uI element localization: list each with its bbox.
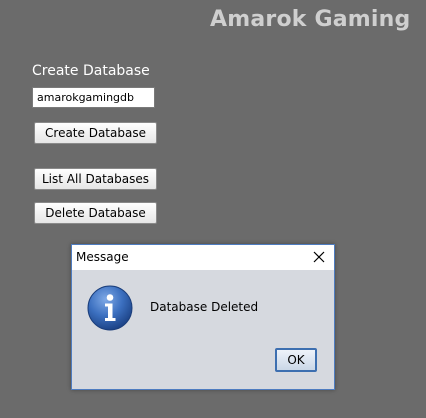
ok-button[interactable]: OK — [275, 348, 317, 372]
dialog-title: Message — [76, 250, 129, 264]
create-database-button[interactable]: Create Database — [34, 122, 157, 144]
create-database-label: Create Database — [32, 63, 150, 79]
message-dialog: Message Database Deleted OK — [71, 244, 335, 390]
dialog-titlebar[interactable]: Message — [72, 245, 334, 270]
close-icon[interactable] — [310, 248, 328, 266]
info-icon — [87, 285, 133, 331]
list-databases-button[interactable]: List All Databases — [34, 168, 157, 190]
database-name-input[interactable] — [32, 87, 155, 108]
app-title: Amarok Gaming — [210, 7, 411, 32]
dialog-message: Database Deleted — [150, 300, 259, 314]
delete-database-button[interactable]: Delete Database — [34, 202, 157, 224]
